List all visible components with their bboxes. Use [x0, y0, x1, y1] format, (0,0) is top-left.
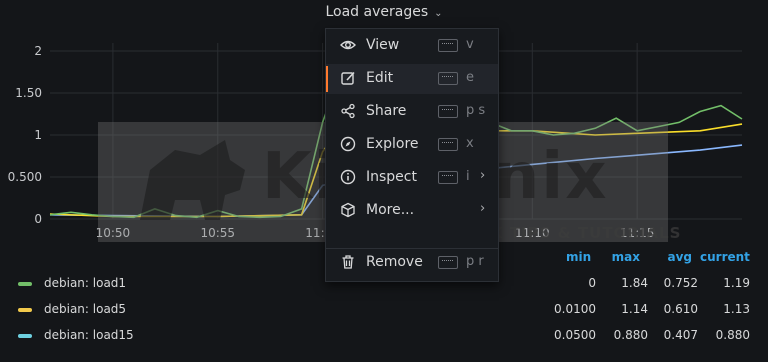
edit-icon	[341, 71, 355, 85]
legend-swatch	[18, 282, 32, 286]
menu-item-inspect[interactable]: Inspect i ›	[326, 163, 498, 193]
menu-item-label: Remove	[366, 254, 423, 270]
share-icon	[341, 103, 355, 119]
compass-icon	[340, 136, 356, 152]
keyboard-icon	[438, 171, 458, 184]
y-tick-label: 0.500	[8, 170, 42, 184]
cube-icon	[341, 202, 355, 218]
legend-series-name[interactable]: debian: load1	[44, 276, 126, 290]
panel-title[interactable]: Load averages ⌄	[0, 4, 768, 20]
legend-avg: 0.752	[663, 276, 698, 290]
y-axis: 0 0.500 1 1.50 2	[8, 44, 42, 226]
menu-item-label: View	[366, 37, 400, 53]
rhino-logo-icon	[140, 140, 245, 220]
keyboard-icon	[438, 256, 458, 269]
y-tick-label: 2	[34, 44, 42, 58]
chevron-right-icon: ›	[480, 168, 486, 183]
legend-header-avg[interactable]: avg	[660, 250, 692, 268]
legend-swatch	[18, 334, 32, 338]
legend-min: 0	[588, 276, 596, 290]
legend-series-name[interactable]: debian: load5	[44, 302, 126, 316]
legend-min: 0.0500	[554, 328, 596, 342]
legend-current: 1.19	[723, 276, 750, 290]
keyboard-icon	[438, 39, 458, 52]
keyboard-icon	[438, 138, 458, 151]
chevron-right-icon: ›	[480, 201, 486, 216]
legend-avg: 0.610	[663, 302, 698, 316]
info-icon	[340, 169, 356, 185]
legend-avg: 0.407	[663, 328, 698, 342]
menu-shortcut: x	[466, 136, 474, 151]
trash-icon	[342, 255, 354, 269]
legend-header-current[interactable]: current	[700, 250, 750, 268]
y-tick-label: 1	[34, 128, 42, 142]
legend-current: 1.13	[723, 302, 750, 316]
legend-max: 1.14	[621, 302, 648, 316]
legend-row[interactable]: debian: load5 0.0100 1.14 0.610 1.13	[0, 300, 768, 322]
legend-header-min[interactable]: min	[566, 250, 591, 268]
legend-current: 0.880	[715, 328, 750, 342]
menu-shortcut: e	[466, 70, 474, 85]
eye-icon	[340, 40, 356, 50]
menu-shortcut: i	[466, 169, 470, 184]
legend-series-name[interactable]: debian: load15	[44, 328, 134, 342]
menu-item-edit[interactable]: Edit e	[326, 64, 498, 94]
legend-min: 0.0100	[554, 302, 596, 316]
panel-title-text[interactable]: Load averages	[325, 4, 428, 20]
load-averages-panel: Load averages ⌄ 0 0.500 1 1.50 2 10:50 10:55 11…	[0, 0, 768, 362]
legend-max: 0.880	[613, 328, 648, 342]
keyboard-icon	[438, 72, 458, 85]
menu-item-explore[interactable]: Explore x	[326, 130, 498, 160]
y-tick-label: 0	[34, 212, 42, 226]
menu-item-label: Edit	[366, 70, 394, 86]
menu-item-label: Inspect	[366, 169, 417, 185]
panel-menu: View v Edit e Share p s Explore x Inspec…	[325, 28, 499, 282]
menu-item-view[interactable]: View v	[326, 31, 498, 61]
menu-shortcut: p r	[466, 254, 484, 269]
legend-max: 1.84	[621, 276, 648, 290]
y-tick-label: 1.50	[15, 86, 42, 100]
keyboard-icon	[438, 105, 458, 118]
legend-row[interactable]: debian: load15 0.0500 0.880 0.407 0.880	[0, 326, 768, 348]
chevron-down-icon[interactable]: ⌄	[434, 8, 442, 19]
menu-shortcut: p s	[466, 103, 486, 118]
menu-item-label: Share	[366, 103, 407, 119]
legend-header-max[interactable]: max	[610, 250, 640, 268]
menu-item-label: Explore	[366, 136, 419, 152]
menu-item-share[interactable]: Share p s	[326, 97, 498, 127]
menu-shortcut: v	[466, 37, 474, 52]
menu-item-more[interactable]: More... ›	[326, 196, 498, 226]
menu-item-remove[interactable]: Remove p r	[326, 248, 498, 278]
menu-item-label: More...	[366, 202, 415, 218]
legend-swatch	[18, 308, 32, 312]
